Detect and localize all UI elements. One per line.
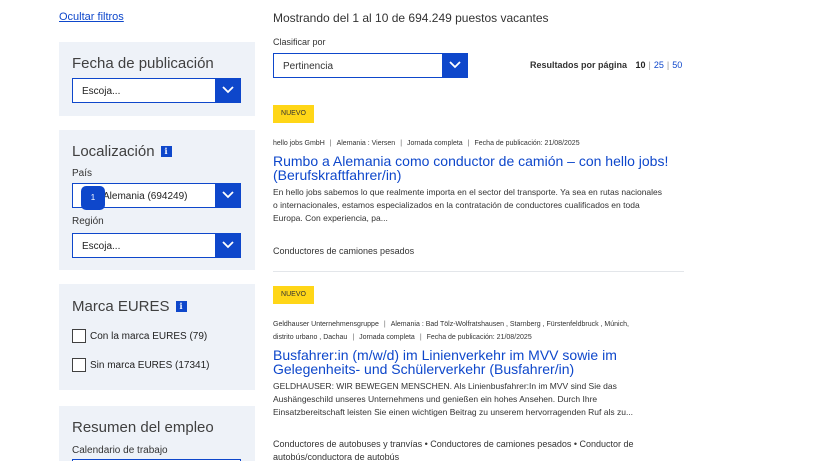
job-title-link[interactable]: Busfahrer:in (m/w/d) im Linienverkehr im… (273, 348, 684, 376)
job-categories: Conductores de camiones pesados (273, 245, 668, 258)
no-eures-option-label[interactable]: Sin marca EURES (17341) (90, 360, 210, 371)
job-category: Conductores de camiones pesados (273, 246, 415, 256)
country-select-value: Alemania (694249) (103, 191, 188, 202)
employer-name: Geldhauser Unternehmensgruppe (273, 321, 379, 328)
new-badge: NUEVO (273, 105, 314, 123)
region-select[interactable]: Escoja... (72, 233, 241, 258)
job-date: Fecha de publicación: 21/08/2025 (426, 334, 532, 341)
date-select-value: Escoja... (82, 86, 121, 97)
info-icon[interactable]: i (175, 301, 187, 312)
job-location: Alemania : Bad Tölz-Wolfratshausen , Sta… (390, 321, 629, 328)
location-filter-panel: Localización i País Alemania (694249) 1 R… (59, 130, 255, 270)
job-category: Conductores de autobuses y tranvías (273, 439, 423, 449)
job-meta: hello jobs GmbH | Alemania : Viersen | Jorna… (273, 140, 580, 147)
job-description: En hello jobs sabemos lo que realmente i… (273, 187, 663, 223)
no-eures-checkbox[interactable] (72, 358, 86, 372)
chevron-down-icon[interactable] (215, 233, 241, 258)
per-page-option-25[interactable]: 25 (654, 60, 664, 70)
job-meta: Geldhauser Unternehmensgruppe | Alemania :… (273, 321, 629, 341)
job-location: Alemania : Viersen (336, 140, 396, 147)
summary-filter-panel: Resumen del empleo Calendario de trabajo (59, 406, 255, 461)
region-label: Región (72, 216, 104, 227)
per-page-option-50[interactable]: 50 (672, 60, 682, 70)
info-icon[interactable]: i (160, 146, 172, 157)
eures-option-label[interactable]: Con la marca EURES (79) (90, 331, 207, 342)
date-filter-panel: Fecha de publicación Escoja... (59, 42, 255, 116)
sort-select[interactable]: Pertinencia (273, 53, 468, 78)
eures-checkbox[interactable] (72, 329, 86, 343)
sort-select-value: Pertinencia (283, 61, 334, 72)
job-schedule: Jornada completa (407, 140, 463, 147)
results-count: Mostrando del 1 al 10 de 694.249 puestos… (273, 11, 549, 25)
per-page-separator: | (666, 60, 670, 70)
region-select-value: Escoja... (82, 241, 121, 252)
chevron-down-icon[interactable] (215, 183, 241, 208)
summary-filter-title: Resumen del empleo (72, 419, 214, 436)
calendar-label: Calendario de trabajo (72, 445, 168, 456)
hide-filters-link[interactable]: Ocultar filtros (59, 11, 124, 23)
employer-name: hello jobs GmbH (273, 140, 325, 147)
date-filter-title: Fecha de publicación (72, 55, 214, 72)
per-page-label: Resultados por página (530, 60, 628, 70)
job-description: GELDHAUSER: WIR BEWEGEN MENSCHEN. Als Li… (273, 381, 634, 417)
job-date: Fecha de publicación: 21/08/2025 (474, 140, 580, 147)
job-location-cont: distrito urbano , Dachau (273, 334, 348, 341)
job-schedule: Jornada completa (359, 334, 415, 341)
chevron-down-icon[interactable] (442, 53, 468, 78)
per-page-separator: | (648, 60, 651, 70)
chevron-down-icon[interactable] (215, 78, 241, 103)
sort-label: Clasificar por (273, 37, 326, 47)
location-filter-title: Localización i (72, 143, 172, 160)
job-categories: Conductores de autobuses y tranvías • Co… (273, 439, 634, 461)
date-select[interactable]: Escoja... (72, 78, 241, 103)
divider (273, 271, 684, 272)
new-badge: NUEVO (273, 286, 314, 304)
selected-count-badge: 1 (81, 186, 105, 210)
eures-filter-title: Marca EURES i (72, 298, 187, 315)
eures-filter-panel: Marca EURES i Con la marca EURES (79) Sin… (59, 284, 255, 390)
results-per-page: Resultados por página 10 | 25 | 50 (530, 60, 682, 70)
country-label: País (72, 168, 93, 179)
job-title-link[interactable]: Rumbo a Alemania como conductor de camió… (273, 154, 684, 182)
job-category: Conductores de camiones pesados (430, 439, 572, 449)
per-page-option-10[interactable]: 10 (636, 60, 646, 70)
